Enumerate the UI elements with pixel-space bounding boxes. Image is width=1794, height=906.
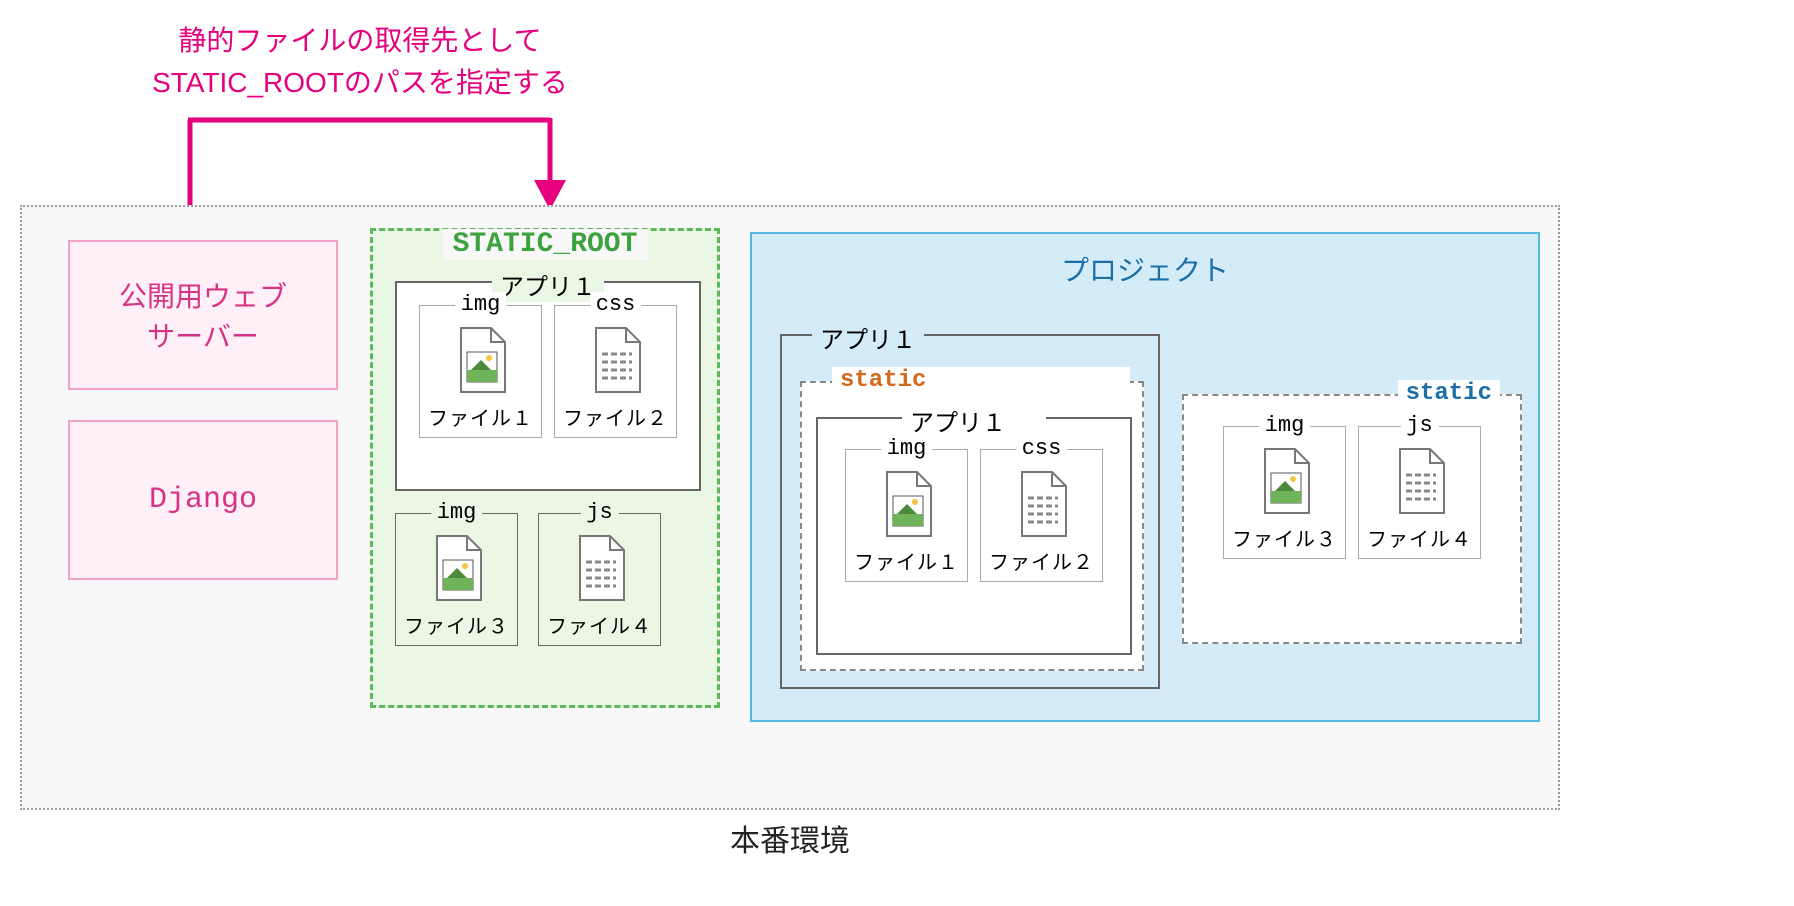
file-block: img ファイル１ (845, 449, 968, 582)
text-file-icon (1390, 447, 1450, 519)
project-app1-inner-label: アプリ１ (902, 403, 1046, 438)
dir-label: css (1016, 436, 1068, 461)
static-root-label: STATIC_ROOT (443, 229, 648, 260)
project-box: プロジェクト アプリ１ static アプリ１ img ファイル１ css (750, 232, 1540, 722)
dir-label: img (431, 500, 483, 525)
annotation-line2: STATIC_ROOTのパスを指定する (110, 62, 610, 104)
static-root-app-group: アプリ１ img ファイル１ css ファイル２ (395, 281, 701, 491)
django-box: Django (68, 420, 338, 580)
dir-label: js (1400, 413, 1438, 438)
file-name: ファイル３ (404, 610, 509, 639)
project-app1-inner-group: アプリ１ img ファイル１ css ファイル２ (816, 417, 1132, 655)
static-root-box: STATIC_ROOT アプリ１ img ファイル１ css ファイル２ (370, 228, 720, 708)
file-block: img ファイル１ (419, 305, 542, 438)
dir-label: img (1259, 413, 1311, 438)
image-file-icon (427, 534, 487, 606)
web-server-box: 公開用ウェブ サーバー (68, 240, 338, 390)
text-file-icon (1012, 470, 1072, 542)
dir-label: js (580, 500, 618, 525)
project-static2-label: static (1398, 380, 1500, 407)
file-name: ファイル１ (428, 402, 533, 431)
file-block: css ファイル２ (554, 305, 677, 438)
production-env-label: 本番環境 (10, 816, 1570, 860)
project-static2-group: static img ファイル３ js ファイル４ (1182, 394, 1522, 644)
project-app1-label: アプリ１ (812, 320, 924, 355)
annotation-line1: 静的ファイルの取得先として (110, 20, 610, 62)
file-block: css ファイル２ (980, 449, 1103, 582)
file-block: js ファイル４ (1358, 426, 1481, 559)
file-block: img ファイル３ (395, 513, 518, 646)
file-block: js ファイル４ (538, 513, 661, 646)
image-file-icon (1255, 447, 1315, 519)
file-name: ファイル１ (854, 546, 959, 575)
dir-label: img (881, 436, 933, 461)
project-app1-static-group: static アプリ１ img ファイル１ css ファイル２ (800, 381, 1144, 671)
file-name: ファイル４ (547, 610, 652, 639)
dir-label: img (455, 292, 507, 317)
project-app1-static-label: static (832, 367, 1130, 394)
image-file-icon (451, 326, 511, 398)
static-root-app-label: アプリ１ (492, 267, 604, 302)
dir-label: css (590, 292, 642, 317)
web-server-label: 公開用ウェブ サーバー (119, 275, 287, 355)
file-block: img ファイル３ (1223, 426, 1346, 559)
diagram-annotation: 静的ファイルの取得先として STATIC_ROOTのパスを指定する (110, 20, 610, 104)
file-name: ファイル２ (989, 546, 1094, 575)
image-file-icon (877, 470, 937, 542)
django-label: Django (149, 483, 257, 517)
text-file-icon (586, 326, 646, 398)
file-name: ファイル３ (1232, 523, 1337, 552)
file-name: ファイル２ (563, 402, 668, 431)
text-file-icon (570, 534, 630, 606)
project-label: プロジェクト (752, 249, 1538, 289)
project-app1-group: アプリ１ static アプリ１ img ファイル１ css (780, 334, 1160, 689)
static-root-arrow-icon (170, 110, 590, 220)
file-name: ファイル４ (1367, 523, 1472, 552)
